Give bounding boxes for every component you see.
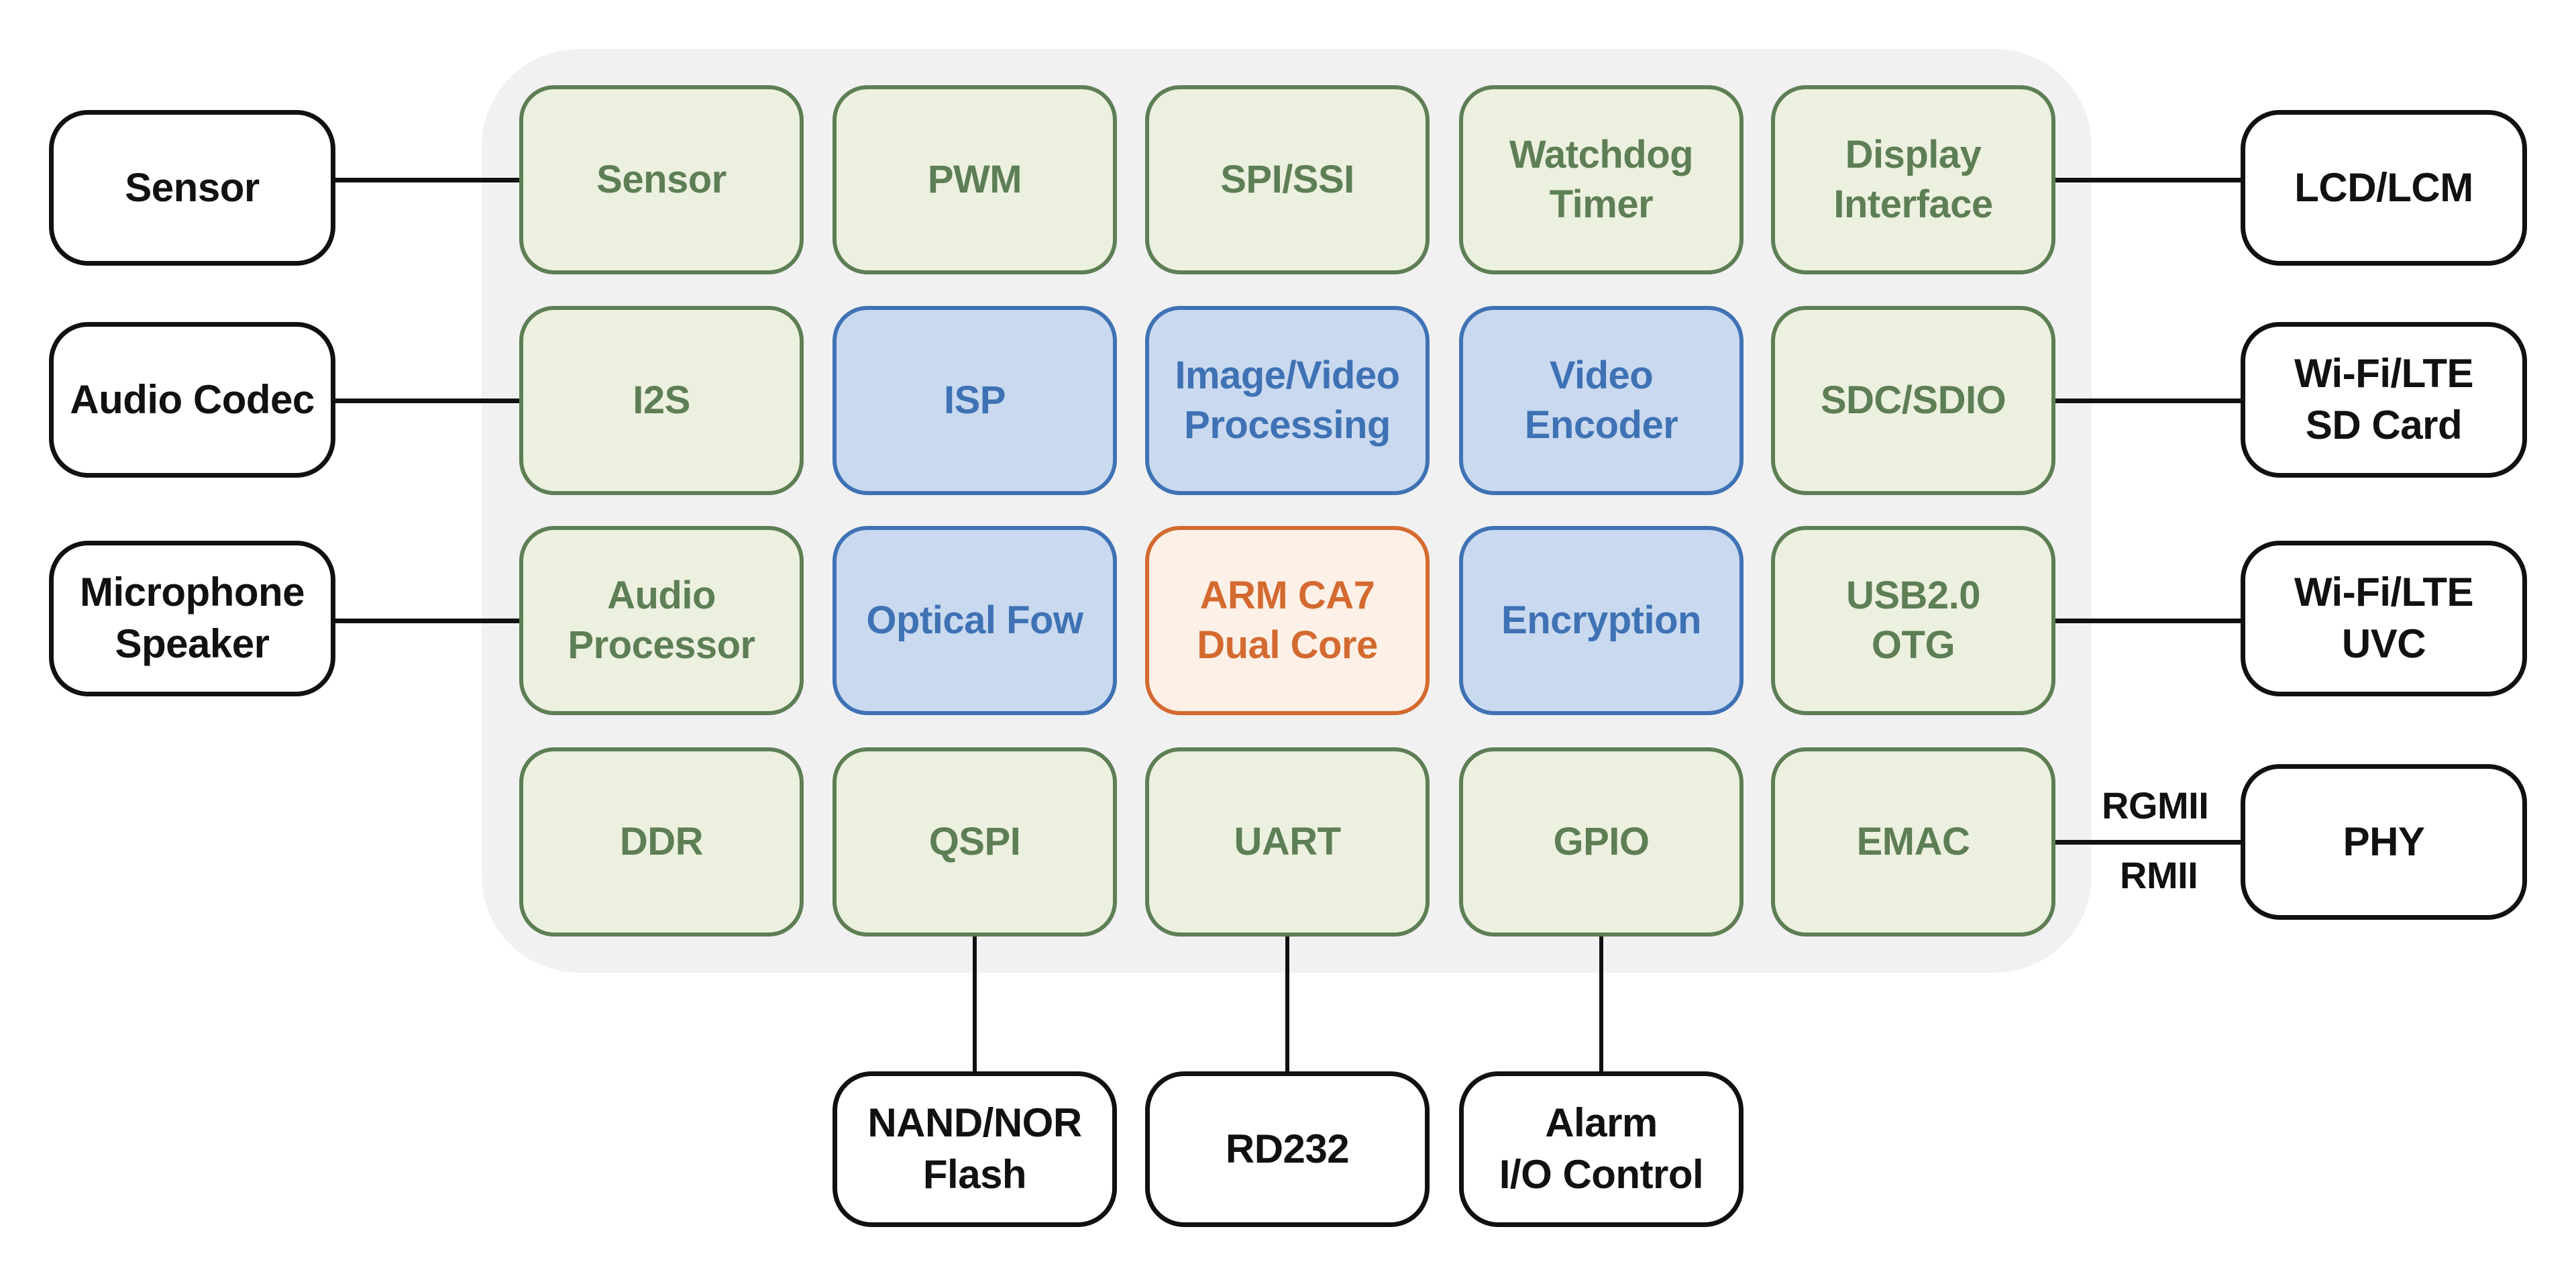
external-wifi-sd: Wi-Fi/LTE SD Card <box>2241 322 2527 478</box>
block-emac: EMAC <box>1771 747 2055 937</box>
external-audio-codec: Audio Codec <box>49 322 335 478</box>
external-label: PHY <box>2343 818 2425 864</box>
block-qspi: QSPI <box>833 747 1117 937</box>
block-label: USB2.0 OTG <box>1845 573 1981 667</box>
external-label: Microphone Speaker <box>80 570 305 666</box>
block-pwm: PWM <box>833 85 1117 274</box>
external-label: RD232 <box>1225 1126 1350 1171</box>
external-label: NAND/NOR Flash <box>867 1100 1082 1197</box>
block-label: QSPI <box>928 819 1021 863</box>
external-flash: NAND/NOR Flash <box>833 1071 1117 1227</box>
block-label: Display Interface <box>1833 132 1993 226</box>
external-label: Wi-Fi/LTE UVC <box>2294 570 2474 666</box>
block-image-video-processing: Image/Video Processing <box>1145 306 1430 495</box>
connector-ext-flash <box>973 937 977 1071</box>
external-label: Alarm I/O Control <box>1499 1100 1704 1197</box>
block-label: Sensor <box>596 157 727 201</box>
link-label-rmii: RMII <box>2120 854 2198 896</box>
block-spi-ssi: SPI/SSI <box>1145 85 1430 274</box>
external-rd232: RD232 <box>1145 1071 1430 1227</box>
external-label: Wi-Fi/LTE SD Card <box>2294 351 2474 447</box>
connector-ext-wifi-uvc <box>2055 619 2241 623</box>
block-label: Encryption <box>1501 598 1701 642</box>
external-sensor: Sensor <box>49 110 335 266</box>
block-video-encoder: Video Encoder <box>1459 306 1743 495</box>
block-gpio: GPIO <box>1459 747 1743 937</box>
block-uart: UART <box>1145 747 1430 937</box>
block-label: PWM <box>927 157 1022 201</box>
block-label: Video Encoder <box>1524 353 1678 447</box>
connector-ext-sensor <box>335 178 519 182</box>
external-mic-speaker: Microphone Speaker <box>49 541 335 696</box>
block-label: Optical Fow <box>866 598 1083 642</box>
connector-ext-wifi-sd <box>2055 398 2241 403</box>
block-label: EMAC <box>1856 819 1970 863</box>
block-audio-processor: Audio Processor <box>519 526 804 715</box>
connector-ext-rd232 <box>1285 937 1289 1071</box>
block-sensor-if: Sensor <box>519 85 804 274</box>
block-sdc-sdio: SDC/SDIO <box>1771 306 2055 495</box>
block-ddr: DDR <box>519 747 804 937</box>
block-i2s: I2S <box>519 306 804 495</box>
block-watchdog-timer: Watchdog Timer <box>1459 85 1743 274</box>
block-encryption: Encryption <box>1459 526 1743 715</box>
connector-ext-audio-codec <box>335 398 519 403</box>
link-label-rgmii: RGMII <box>2102 784 2209 827</box>
external-label: Sensor <box>125 164 260 210</box>
block-label: GPIO <box>1553 819 1650 863</box>
external-label: Audio Codec <box>70 376 315 422</box>
block-label: I2S <box>633 378 690 422</box>
block-label: SPI/SSI <box>1220 157 1354 201</box>
block-label: Audio Processor <box>568 573 755 667</box>
connector-ext-lcd <box>2055 178 2241 182</box>
block-isp: ISP <box>833 306 1117 495</box>
block-label: ISP <box>944 378 1006 422</box>
block-label: DDR <box>619 819 704 863</box>
external-wifi-uvc: Wi-Fi/LTE UVC <box>2241 541 2527 696</box>
block-label: Watchdog Timer <box>1509 132 1694 226</box>
block-label: SDC/SDIO <box>1820 378 2006 422</box>
soc-block-diagram: Sensor PWM SPI/SSI Watchdog Timer Display In… <box>0 0 2576 1276</box>
connector-ext-alarm-io <box>1599 937 1603 1071</box>
block-label: ARM CA7 Dual Core <box>1197 573 1378 667</box>
external-label: LCD/LCM <box>2294 164 2473 210</box>
external-alarm-io: Alarm I/O Control <box>1459 1071 1743 1227</box>
block-label: UART <box>1234 819 1341 863</box>
connector-ext-phy <box>2055 840 2241 845</box>
block-optical-flow: Optical Fow <box>833 526 1117 715</box>
external-phy: PHY <box>2241 764 2527 920</box>
external-lcd: LCD/LCM <box>2241 110 2527 266</box>
block-display-interface: Display Interface <box>1771 85 2055 274</box>
connector-ext-mic-speaker <box>335 619 519 623</box>
block-usb-otg: USB2.0 OTG <box>1771 526 2055 715</box>
block-arm-ca7: ARM CA7 Dual Core <box>1145 526 1430 715</box>
block-label: Image/Video Processing <box>1175 353 1400 447</box>
